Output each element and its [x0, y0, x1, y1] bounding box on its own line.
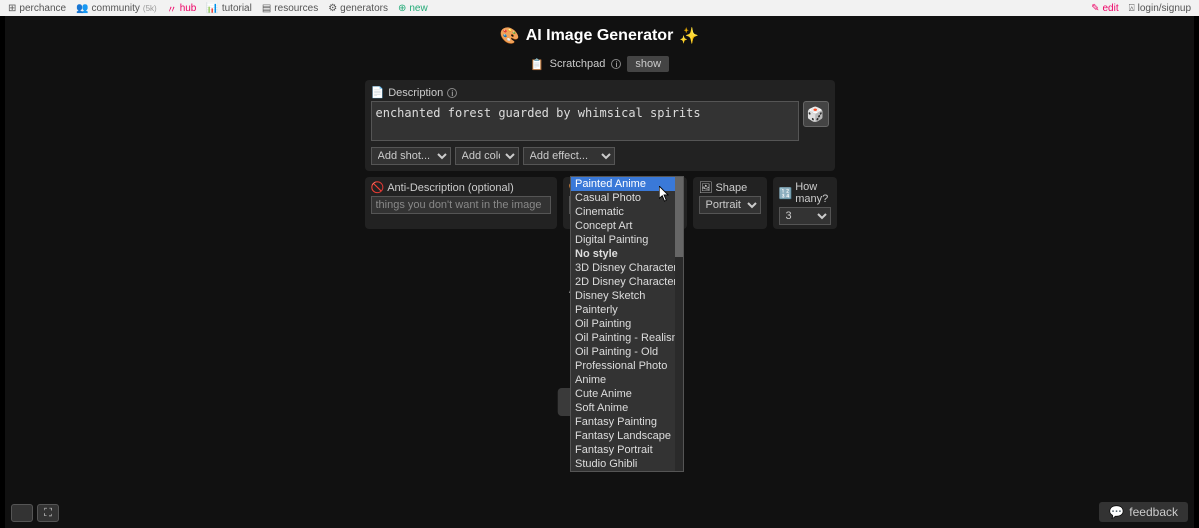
nav-hub[interactable]: 〃hub: [167, 1, 197, 16]
howmany-block: 🔢 How many? 3: [773, 177, 837, 229]
howmany-label: How many?: [795, 181, 830, 205]
style-option[interactable]: Oil Painting - Old: [571, 345, 683, 359]
style-option[interactable]: Soft Anime: [571, 401, 683, 415]
perchance-icon: ⊞: [8, 3, 16, 14]
scratchpad-icon: 📋: [530, 58, 544, 71]
style-option[interactable]: Concept Art: [571, 219, 683, 233]
style-option[interactable]: Oil Painting: [571, 317, 683, 331]
scratchpad-show-button[interactable]: show: [627, 56, 669, 72]
style-option[interactable]: Cinematic: [571, 205, 683, 219]
nav-label: community: [92, 3, 140, 14]
style-option[interactable]: No style: [571, 247, 683, 261]
nav-label: hub: [180, 3, 197, 14]
nav-new[interactable]: ⊕new: [398, 3, 428, 14]
shape-label: Shape: [715, 182, 747, 194]
nav-generators[interactable]: ⚙generators: [328, 3, 388, 14]
style-option[interactable]: Anime: [571, 373, 683, 387]
shape-icon: 🖼: [699, 181, 713, 194]
style-option[interactable]: Oil Painting - Realism: [571, 331, 683, 345]
howmany-icon: 🔢: [779, 187, 793, 200]
dropdown-scrollbar[interactable]: [675, 177, 683, 471]
scratchpad-row: 📋 Scratchpad i show: [5, 56, 1194, 72]
nav-perchance[interactable]: ⊞perchance: [8, 3, 66, 14]
community-icon: 👥: [76, 3, 88, 14]
nav-loginsignup[interactable]: ⍓login/signup: [1129, 3, 1191, 14]
anti-icon: 🚫: [371, 181, 385, 194]
scratchpad-label: Scratchpad: [550, 58, 606, 70]
style-option[interactable]: Digital Painting: [571, 233, 683, 247]
feedback-button[interactable]: 💬 feedback: [1099, 502, 1188, 522]
shape-select[interactable]: Portrait: [699, 196, 761, 214]
nav-edit[interactable]: ✎ edit: [1091, 3, 1119, 14]
nav-label: perchance: [19, 3, 66, 14]
style-option[interactable]: 3D Disney Character: [571, 261, 683, 275]
nav-label: login/signup: [1138, 3, 1191, 14]
theme-button[interactable]: [11, 504, 33, 522]
info-icon[interactable]: i: [447, 88, 457, 98]
nav-label: resources: [274, 3, 318, 14]
description-icon: 📄: [371, 86, 385, 99]
feedback-label: feedback: [1129, 505, 1178, 519]
edit-icon: ✎: [1091, 3, 1099, 14]
style-option[interactable]: Casual Photo: [571, 191, 683, 205]
nav-label: new: [409, 3, 427, 14]
anti-description-input[interactable]: [371, 196, 551, 214]
page-title: 🎨 AI Image Generator ✨: [5, 26, 1194, 46]
style-option[interactable]: Fantasy Landscape: [571, 429, 683, 443]
topbar: ⊞perchance 👥 community(5k) 〃hub 📊 tutorial ▤re…: [0, 0, 1199, 16]
new-icon: ⊕: [398, 3, 406, 14]
style-option[interactable]: Professional Photo: [571, 359, 683, 373]
add-effect-select[interactable]: Add effect...: [523, 147, 615, 165]
tutorial-icon: 📊: [206, 3, 218, 14]
description-input[interactable]: [371, 101, 799, 141]
randomize-button[interactable]: 🎲: [803, 101, 829, 127]
howmany-select[interactable]: 3: [779, 207, 831, 225]
resources-icon: ▤: [262, 3, 271, 14]
add-shot-select[interactable]: Add shot...: [371, 147, 451, 165]
nav-label: generators: [340, 3, 388, 14]
nav-label: edit: [1103, 3, 1119, 14]
nav-tutorial[interactable]: 📊 tutorial: [206, 3, 251, 14]
style-option[interactable]: Cute Anime: [571, 387, 683, 401]
style-option[interactable]: Painted Anime: [571, 177, 683, 191]
anti-label: Anti-Description (optional): [387, 182, 514, 194]
style-option[interactable]: Disney Sketch: [571, 289, 683, 303]
nav-shortcut: (5k): [143, 4, 157, 13]
generators-icon: ⚙: [328, 3, 337, 14]
dropdown-scrollbar-thumb[interactable]: [675, 177, 683, 257]
description-panel: 📄 Description i 🎲 Add shot... Add color.…: [365, 80, 835, 171]
style-option[interactable]: Fantasy Painting: [571, 415, 683, 429]
style-option[interactable]: Painterly: [571, 303, 683, 317]
description-label: Description: [388, 87, 443, 99]
hub-icon: 〃: [167, 1, 177, 16]
style-option[interactable]: Fantasy Portrait: [571, 443, 683, 457]
title-text: AI Image Generator: [526, 27, 674, 45]
info-icon[interactable]: i: [611, 59, 621, 69]
nav-community[interactable]: 👥 community(5k): [76, 3, 157, 14]
style-option[interactable]: 2D Disney Character: [571, 275, 683, 289]
nav-resources[interactable]: ▤resources: [262, 3, 318, 14]
anti-description-block: 🚫 Anti-Description (optional): [365, 177, 557, 229]
main-stage: 🎨 AI Image Generator ✨ 📋 Scratchpad i sh…: [5, 16, 1194, 528]
style-option[interactable]: Studio Ghibli: [571, 457, 683, 471]
title-icon: 🎨: [500, 26, 520, 46]
art-style-dropdown-list[interactable]: Painted AnimeCasual PhotoCinematicConcep…: [570, 176, 684, 472]
login/signup-icon: ⍓: [1129, 3, 1135, 14]
add-color-select[interactable]: Add color...: [455, 147, 519, 165]
bottom-left-controls: ⛶: [11, 504, 59, 522]
sparkle-icon: ✨: [679, 26, 699, 46]
fullscreen-button[interactable]: ⛶: [37, 504, 59, 522]
chat-icon: 💬: [1109, 505, 1124, 519]
nav-label: tutorial: [222, 3, 252, 14]
shape-block: 🖼 Shape Portrait: [693, 177, 767, 229]
